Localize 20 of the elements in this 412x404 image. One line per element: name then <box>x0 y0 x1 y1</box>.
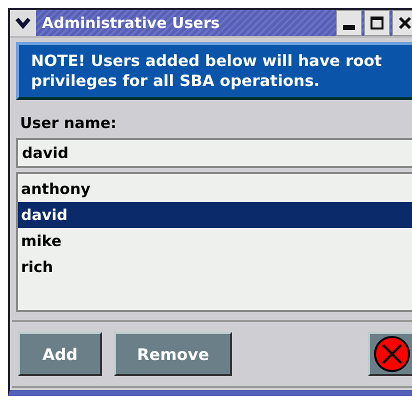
window-menu-button[interactable] <box>10 10 36 36</box>
close-circle-icon <box>373 335 411 373</box>
minimize-button[interactable] <box>336 10 362 36</box>
close-button[interactable] <box>392 10 412 36</box>
action-button[interactable]: Add <box>18 332 102 376</box>
user-list-item[interactable]: mike <box>18 228 412 254</box>
close-dialog-button[interactable] <box>368 332 412 376</box>
user-list-item[interactable]: anthony <box>18 176 412 202</box>
note-banner: NOTE! Users added below will have root privileges for all SBA operations. <box>16 42 412 100</box>
chevron-icon <box>15 17 31 29</box>
maximize-icon <box>370 16 384 30</box>
user-list-item[interactable]: david <box>18 202 412 228</box>
action-button[interactable]: Remove <box>114 332 232 376</box>
field-label: User name: <box>20 114 118 132</box>
window-title: Administrative Users <box>42 14 221 32</box>
user-name-field[interactable]: david <box>16 138 412 168</box>
close-icon <box>398 16 412 30</box>
minimize-icon <box>343 24 355 30</box>
maximize-button[interactable] <box>364 10 390 36</box>
user-list-item[interactable]: rich <box>18 254 412 280</box>
